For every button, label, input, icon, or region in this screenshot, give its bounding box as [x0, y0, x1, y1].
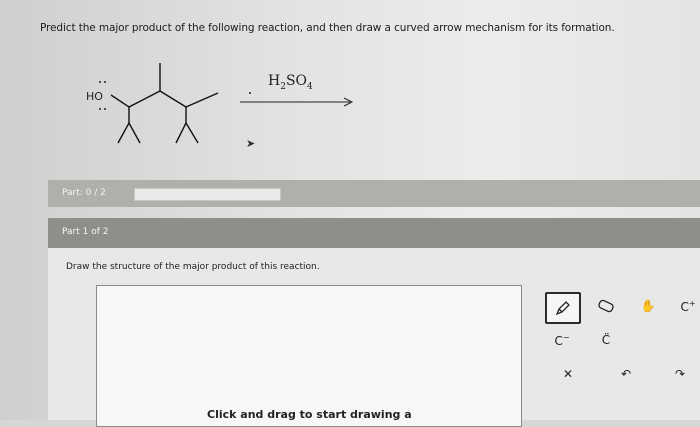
carbanion-button[interactable]: C−	[546, 326, 578, 354]
close-icon: ✕	[562, 367, 574, 381]
eraser-tool-button[interactable]	[590, 292, 622, 320]
pencil-icon	[555, 301, 570, 316]
canvas-hint: Click and drag to start drawing a	[207, 408, 412, 421]
carbanion-label: C−	[554, 332, 570, 348]
eraser-icon	[598, 299, 614, 313]
reagent-label: H2SO4	[268, 73, 313, 92]
part-progress-bar: Part: 0 / 2	[48, 180, 700, 207]
pencil-tool-button[interactable]	[545, 292, 581, 324]
drawing-canvas[interactable]: Click and drag to start drawing a	[96, 285, 522, 427]
mouse-cursor-icon: ➤	[246, 137, 256, 150]
undo-icon: ↶	[620, 367, 632, 381]
lone-pair-label: C̈	[601, 333, 611, 347]
hand-icon: ✋	[640, 299, 656, 313]
undo-button[interactable]: ↶	[610, 360, 642, 388]
part-progress-label: Part: 0 / 2	[62, 188, 106, 198]
redo-icon: ↷	[674, 367, 686, 381]
lone-pair-button[interactable]: C̈	[590, 326, 622, 354]
part-title: Part 1 of 2	[62, 227, 109, 237]
part-header[interactable]: Part 1 of 2	[48, 218, 700, 248]
carbocation-label: C+	[680, 298, 696, 314]
hand-tool-button[interactable]: ✋	[632, 292, 664, 320]
redo-button[interactable]: ↷	[664, 360, 696, 388]
hydroxyl-label: HO	[86, 90, 103, 103]
progress-track	[134, 188, 281, 201]
reactant-structure: HO	[86, 63, 354, 144]
page: Predict the major product of the followi…	[0, 0, 700, 427]
question-text: Predict the major product of the followi…	[40, 22, 615, 34]
clear-button[interactable]: ✕	[552, 360, 584, 388]
carbocation-button[interactable]: C+	[672, 292, 700, 320]
part-instruction: Draw the structure of the major product …	[66, 262, 320, 272]
